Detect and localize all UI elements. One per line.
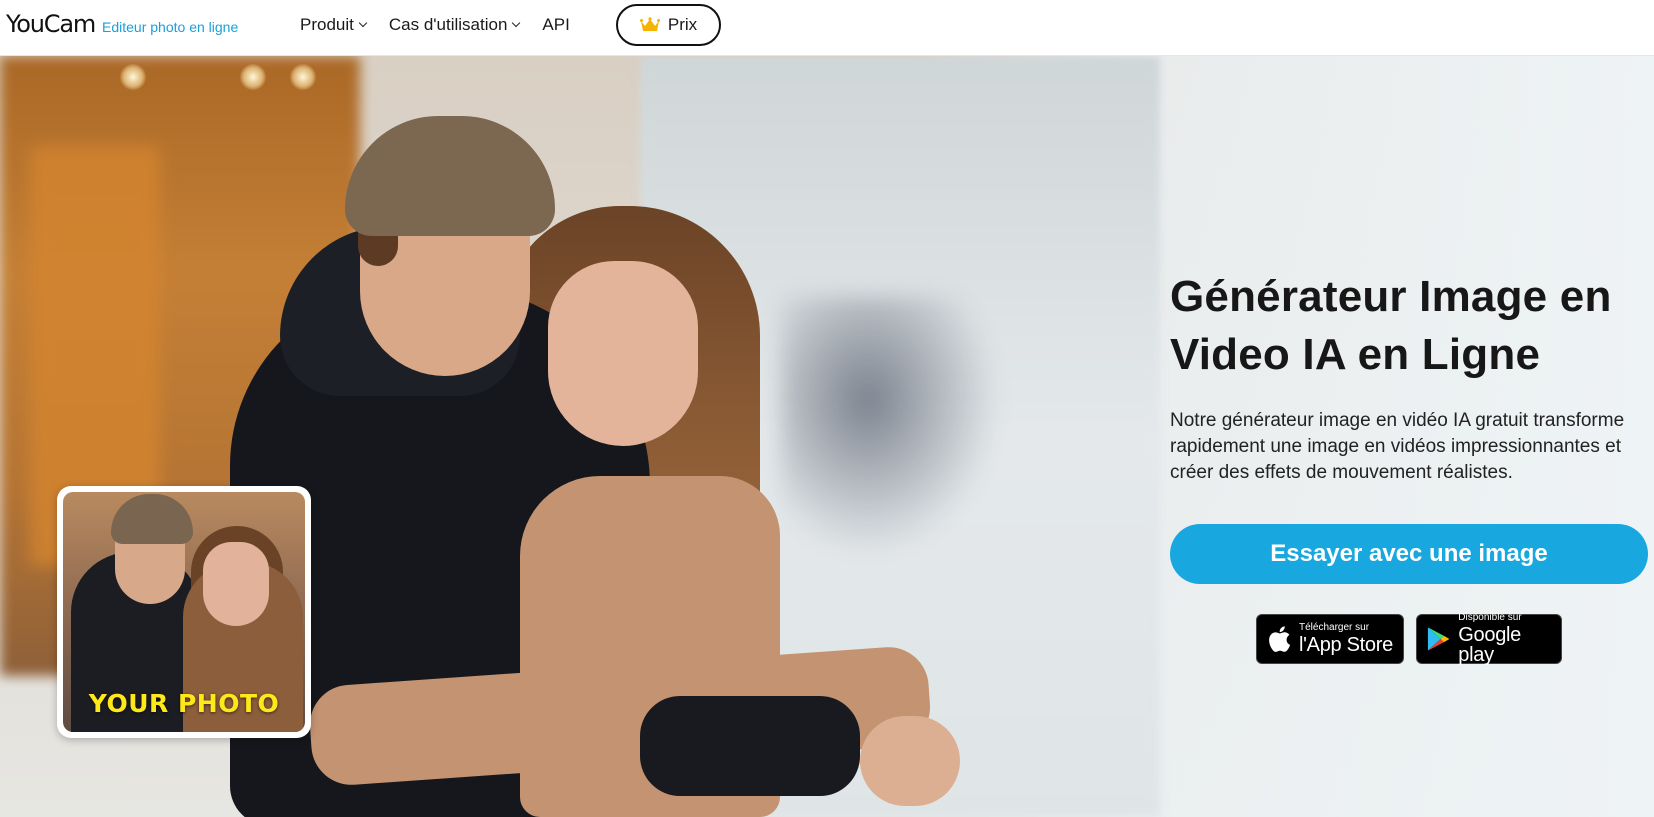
nav-item-label: Produit <box>300 15 354 34</box>
logo[interactable]: YouCam Editeur photo en ligne <box>6 10 238 38</box>
app-store-small-text: Télécharger sur <box>1299 622 1370 633</box>
crown-icon <box>639 17 660 31</box>
man-beanie <box>345 116 555 236</box>
site-header: YouCam Editeur photo en ligne Produit Ca… <box>0 0 1654 56</box>
nav-item-label: Cas d'utilisation <box>388 15 508 34</box>
google-play-badge[interactable]: Disponible sur Google play <box>1416 612 1562 666</box>
apple-icon <box>1269 626 1291 652</box>
main-nav: Produit Cas d'utilisation API <box>300 0 593 50</box>
source-photo-image: YOUR PHOTO <box>63 492 305 732</box>
background-pedestrians <box>780 296 1000 556</box>
your-photo-label: YOUR PHOTO <box>88 689 280 718</box>
woman-face <box>548 261 698 446</box>
nav-item-produit[interactable]: Produit <box>300 15 368 35</box>
app-store-big-text: l'App Store <box>1299 634 1393 656</box>
app-store-badge[interactable]: Télécharger sur l'App Store <box>1256 614 1404 664</box>
pricing-button[interactable]: Prix <box>616 4 721 46</box>
thumb-woman-face <box>203 542 269 626</box>
background-lights <box>120 64 350 90</box>
hands <box>860 716 960 806</box>
google-play-big-text: Google play <box>1458 624 1521 666</box>
chevron-down-icon <box>358 18 368 28</box>
source-photo-thumbnail: YOUR PHOTO <box>57 486 311 738</box>
nav-item-cas-utilisation[interactable]: Cas d'utilisation <box>388 15 521 35</box>
hero-description: Notre générateur image en vidéo IA gratu… <box>1170 410 1625 483</box>
nav-item-label: API <box>542 15 570 34</box>
title-line-2: Video IA en Ligne <box>1170 330 1541 379</box>
logo-subtitle: Editeur photo en ligne <box>102 19 239 35</box>
title-line-1: Générateur Image en <box>1170 272 1612 321</box>
chevron-down-icon <box>512 18 521 28</box>
page-title: Générateur Image en Video IA en Ligne <box>1170 268 1650 384</box>
google-play-small-text: Disponible sur <box>1458 612 1522 623</box>
hero-text-panel: Générateur Image en Video IA en Ligne No… <box>1170 268 1650 486</box>
logo-wordmark: YouCam <box>6 10 96 38</box>
nav-item-api[interactable]: API <box>542 15 569 35</box>
google-play-icon <box>1427 627 1450 651</box>
try-with-image-button[interactable]: Essayer avec une image <box>1170 524 1648 584</box>
man-sleeve <box>640 696 860 796</box>
pricing-label: Prix <box>667 15 698 34</box>
thumb-man-beanie <box>111 494 193 544</box>
